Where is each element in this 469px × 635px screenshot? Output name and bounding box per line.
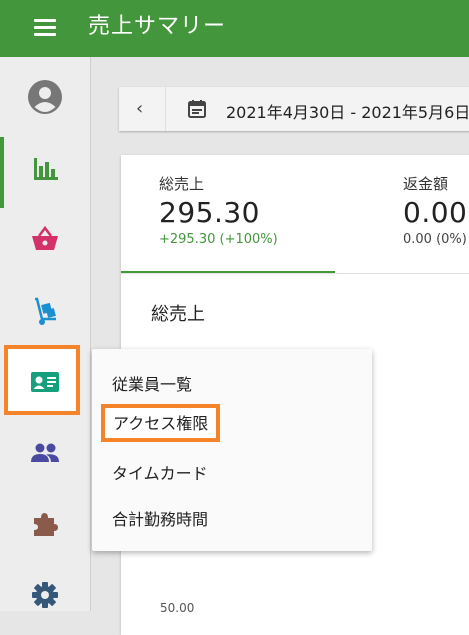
menu-item-total-hours[interactable]: 合計勤務時間: [112, 506, 208, 530]
hand-truck-icon: [35, 297, 56, 325]
chevron-left-icon: ‹: [136, 98, 144, 119]
previous-period-button[interactable]: ‹: [119, 87, 166, 131]
app-header: 売上サマリー: [0, 0, 469, 57]
menu-item-employee-list[interactable]: 従業員一覧: [112, 371, 192, 395]
menu-item-timecards[interactable]: タイムカード: [112, 460, 208, 484]
sidebar-item-reports[interactable]: [0, 137, 90, 208]
sidebar-item-account[interactable]: [0, 65, 90, 129]
divider: [121, 273, 469, 274]
metric-refunds[interactable]: 返金額 0.00 0.00 (0%): [403, 173, 467, 247]
y-axis-tick: 50.00: [160, 601, 195, 615]
sidebar-item-inventory[interactable]: [0, 279, 90, 343]
metric-value: 0.00: [403, 196, 468, 229]
people-icon: [31, 443, 59, 462]
staff-submenu: 従業員一覧 アクセス権限 タイムカード 合計勤務時間: [92, 349, 372, 551]
sidebar-item-sales[interactable]: [0, 208, 90, 272]
menu-icon[interactable]: [34, 19, 56, 37]
metric-label: 総売上: [159, 175, 205, 193]
chart-title: 総売上: [151, 304, 205, 325]
date-range-bar: ‹ 2021年4月30日 - 2021年5月6日: [119, 87, 469, 131]
metric-gross-sales[interactable]: 総売上 295.30 +295.30 (+100%): [159, 173, 278, 247]
metric-change: 0.00 (0%): [403, 232, 467, 247]
account-circle-icon: [28, 80, 62, 114]
menu-item-access-rights[interactable]: アクセス権限: [101, 404, 221, 442]
metric-change: +295.30 (+100%): [159, 232, 278, 247]
sidebar-item-customers[interactable]: [0, 421, 90, 485]
sidebar: [0, 57, 91, 611]
app-title: 売上サマリー: [88, 14, 227, 39]
basket-icon: [32, 225, 58, 250]
sidebar-item-integrations[interactable]: [0, 492, 90, 556]
metric-label: 返金額: [403, 175, 449, 193]
puzzle-icon: [34, 513, 58, 536]
sidebar-item-staff[interactable]: [0, 350, 90, 414]
calendar-icon[interactable]: [187, 99, 207, 119]
bar-chart-icon: [34, 158, 58, 180]
gear-icon: [32, 582, 58, 608]
id-card-icon: [31, 372, 59, 392]
date-range-text[interactable]: 2021年4月30日 - 2021年5月6日: [226, 99, 469, 123]
sidebar-item-settings[interactable]: [0, 563, 90, 627]
metric-value: 295.30: [159, 196, 260, 229]
